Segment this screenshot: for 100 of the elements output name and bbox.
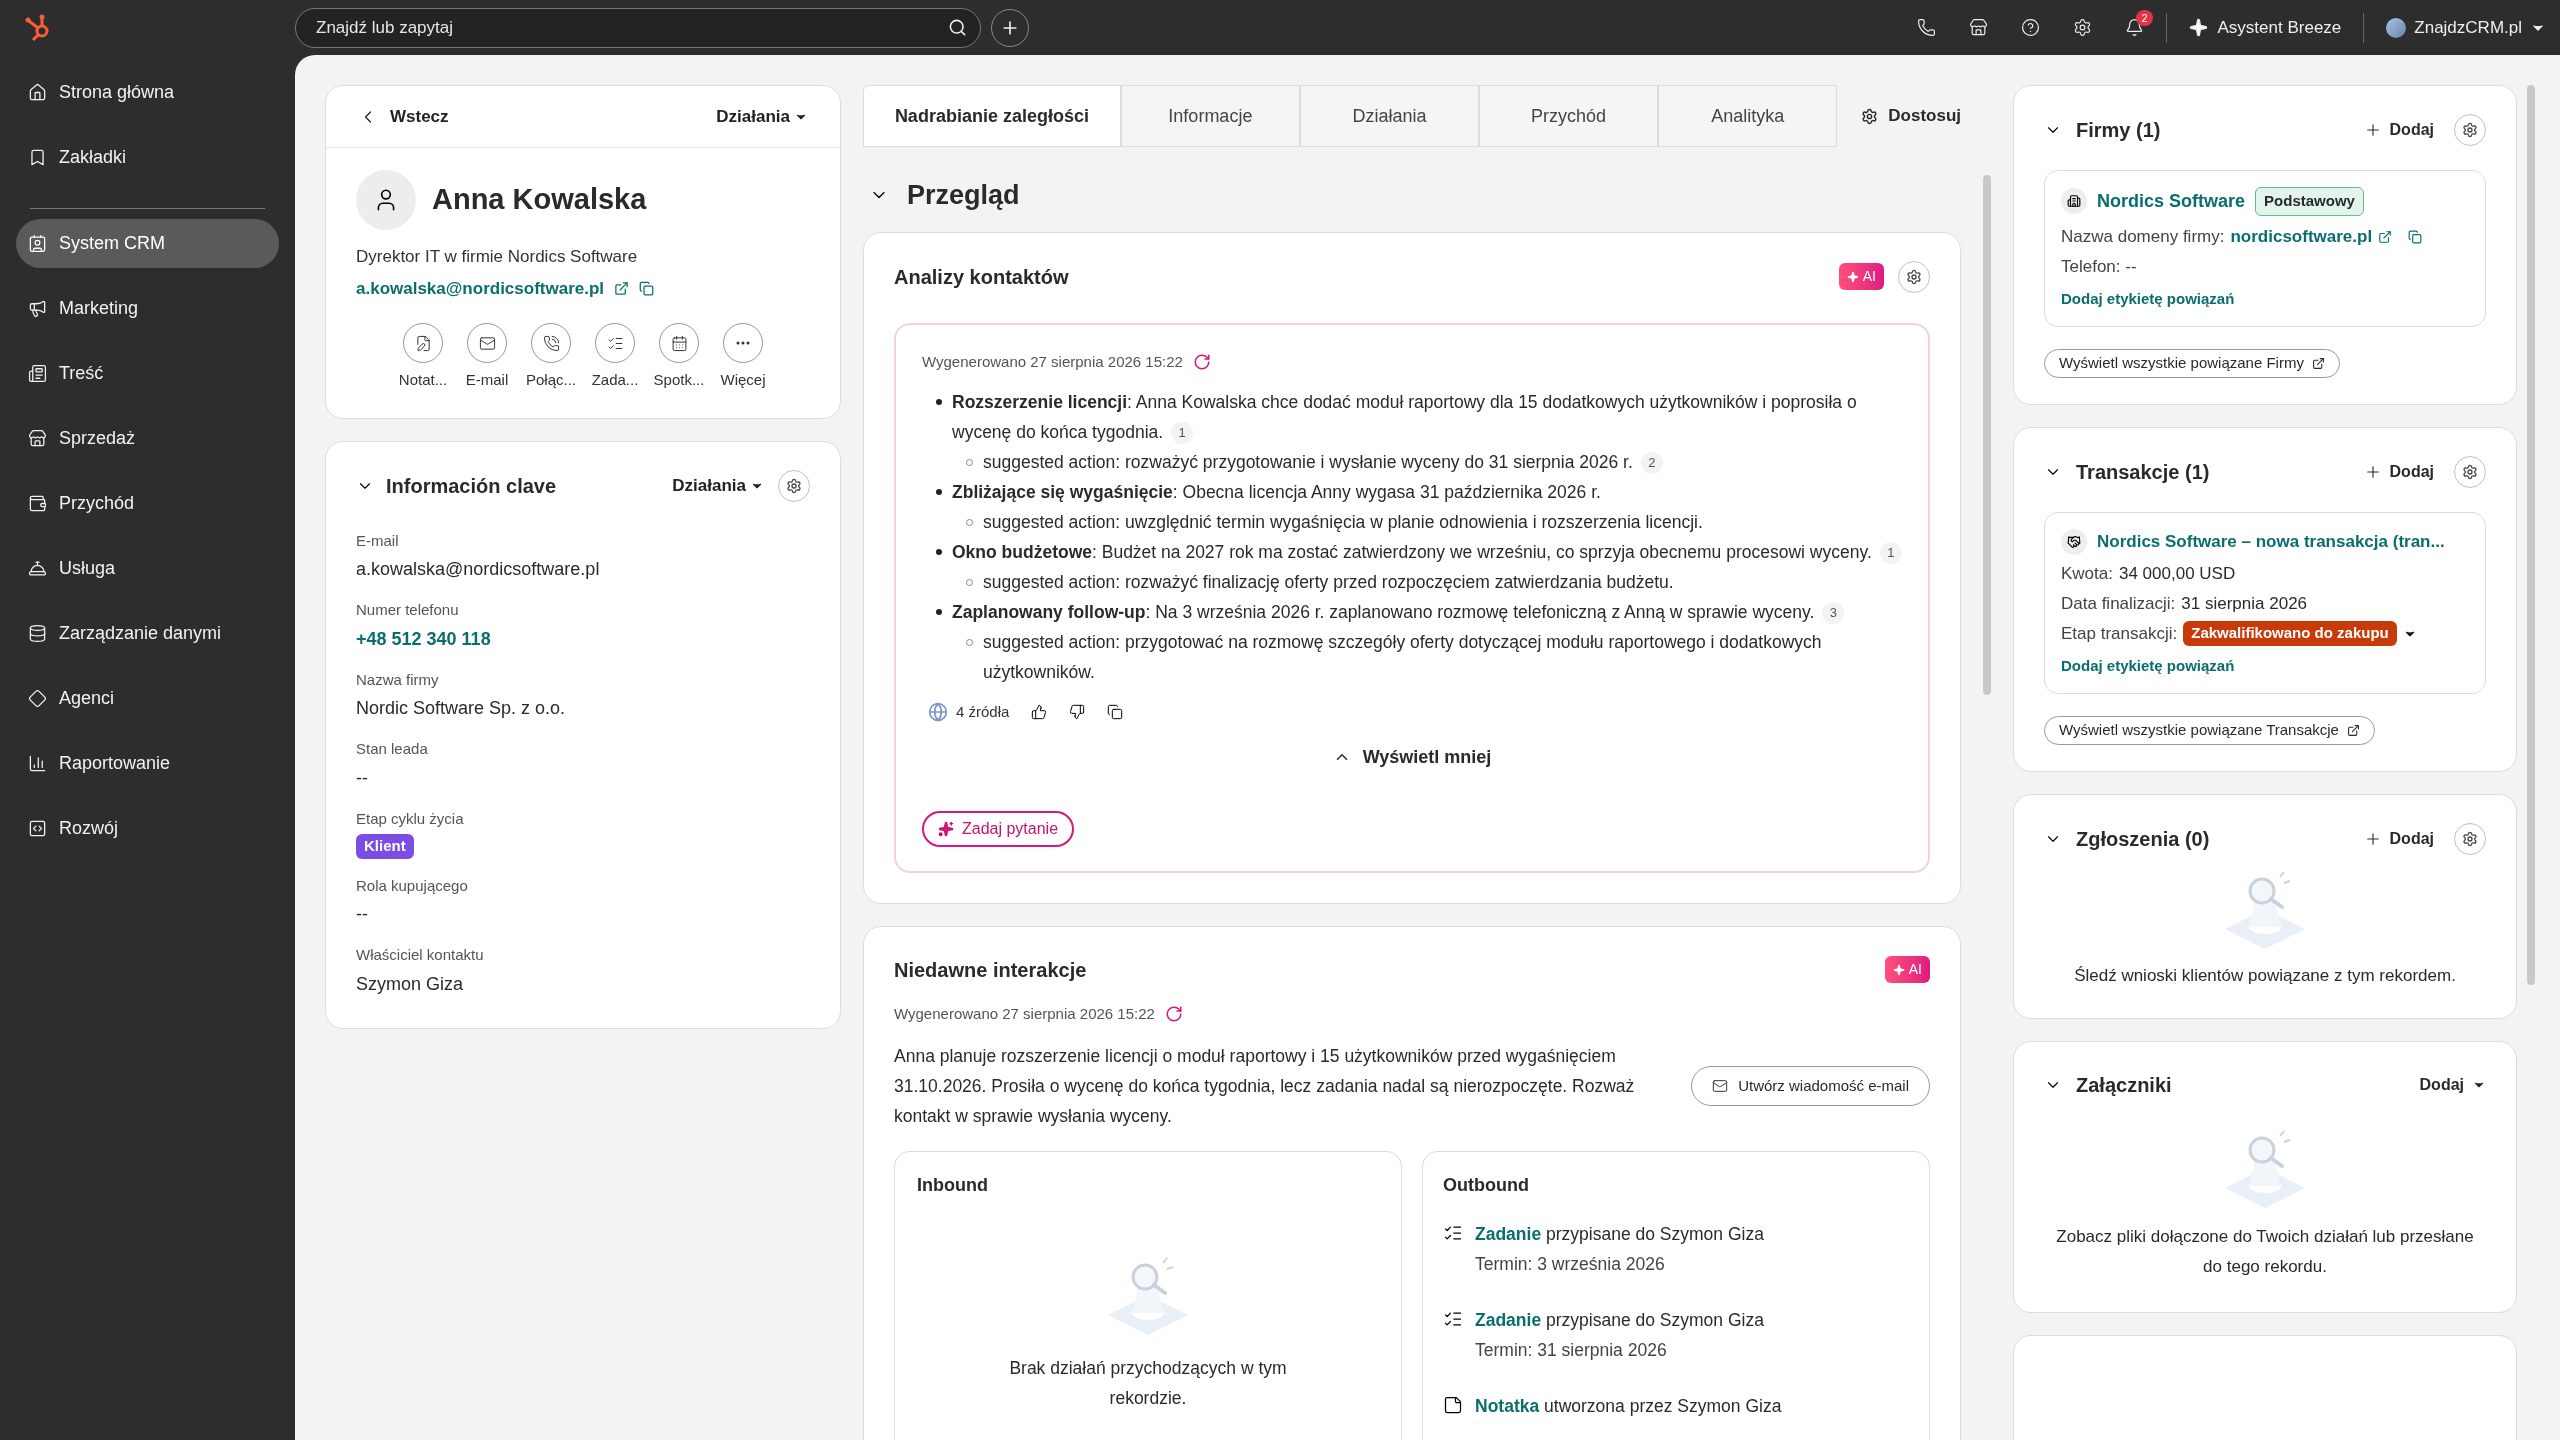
quick-action-button[interactable]: Notat...	[400, 323, 446, 392]
citation-number[interactable]: 3	[1822, 602, 1845, 625]
field-label: Nazwa domeny firmy:	[2061, 225, 2225, 248]
insight-text: Zaplanowany follow-up: Na 3 września 2026 r. zaplanowano rozmowę telefoniczną z Anną w sprawie wyceny. 3	[952, 597, 1845, 627]
activity-link[interactable]: Zadanie	[1475, 1310, 1542, 1330]
section-title: Zgłoszenia (0)	[2076, 826, 2210, 852]
nav-item[interactable]: Strona główna	[16, 68, 279, 117]
nav-item[interactable]: System CRM	[16, 219, 279, 268]
external-link-icon[interactable]	[614, 280, 630, 296]
add-label-link[interactable]: Dodaj etykietę powiązań	[2061, 287, 2469, 310]
regenerate-icon[interactable]	[1192, 352, 1211, 371]
actions-dropdown[interactable]: Działania	[716, 103, 808, 130]
mail-icon	[478, 334, 496, 352]
add-button[interactable]: Dodaj	[2363, 118, 2434, 142]
deal-link[interactable]: Nordics Software – nowa transakcja (tran...	[2097, 528, 2445, 555]
quick-action-button[interactable]: Połąc...	[528, 323, 574, 392]
scrollbar[interactable]	[2527, 85, 2535, 985]
show-less-button[interactable]: Wyświetl mniej	[1332, 743, 1492, 771]
tab[interactable]: Nadrabianie zaległości	[863, 85, 1121, 147]
store-icon[interactable]	[1968, 18, 1988, 37]
nav-item[interactable]: Zarządzanie danymi	[16, 609, 279, 658]
activity-link[interactable]: Zadanie	[1475, 1224, 1542, 1244]
add-button[interactable]: Dodaj	[2363, 459, 2434, 484]
nav-item[interactable]: Sprzedaż	[16, 414, 279, 463]
phone-link[interactable]: +48 512 340 118	[356, 625, 810, 653]
actions-dropdown[interactable]: Działania	[672, 472, 764, 499]
nav-item[interactable]: Zakładki	[16, 133, 279, 182]
company-link[interactable]: Nordics Software	[2097, 187, 2246, 215]
tab[interactable]: Działania	[1299, 85, 1480, 147]
thumbs-up-icon[interactable]	[1031, 704, 1048, 721]
copy-icon[interactable]	[639, 280, 655, 296]
nav-item[interactable]: Usługa	[16, 544, 279, 593]
external-link-icon[interactable]	[2378, 229, 2393, 244]
citation-number[interactable]: 2	[1640, 452, 1663, 475]
copy-icon[interactable]	[1107, 704, 1124, 721]
help-icon[interactable]	[2020, 18, 2040, 37]
field-label: Rola kupującego	[356, 875, 469, 896]
external-link-icon	[2346, 723, 2360, 737]
gear-icon	[2462, 830, 2478, 847]
building-glyph-icon	[2067, 194, 2081, 209]
nav-item[interactable]: Marketing	[16, 284, 279, 333]
field-label: Właściciel kontaktu	[356, 945, 485, 965]
section-title: Información clave	[386, 473, 557, 499]
assistant-button[interactable]: Asystent Breeze	[2188, 14, 2342, 41]
nav-icon	[28, 559, 47, 578]
due-date: Termin: 3 września 2026	[1475, 1253, 1666, 1276]
tab[interactable]: Informacje	[1120, 85, 1300, 147]
ai-badge: AI	[1838, 263, 1884, 290]
quick-action-button[interactable]: Spotk...	[656, 323, 702, 392]
citation-number[interactable]: 1	[1171, 422, 1194, 445]
scrollbar[interactable]	[1983, 175, 1991, 695]
account-avatar	[2386, 17, 2407, 38]
quick-action-button[interactable]: E-mail	[464, 323, 510, 392]
tab[interactable]: Analityka	[1658, 85, 1838, 147]
field-label: E-mail	[356, 530, 400, 551]
nav-icon	[28, 299, 47, 318]
notifications-icon[interactable]	[2124, 18, 2144, 37]
nav-item[interactable]: Treść	[16, 349, 279, 398]
sparkle-icon	[1846, 270, 1859, 283]
section-title: Transakcje (1)	[2076, 459, 2210, 485]
add-button[interactable]: Dodaj	[2363, 826, 2434, 851]
quick-action-button[interactable]: Zada...	[592, 323, 638, 392]
nav-icon	[28, 819, 47, 838]
field-value: --	[356, 903, 369, 926]
suggested-action: suggested action: rozważyć finalizację oferty przed rozpoczęciem zatwierdzania budżetu.	[983, 571, 1674, 594]
settings-icon[interactable]	[2072, 18, 2092, 37]
nav-item[interactable]: Raportowanie	[16, 739, 279, 788]
back-link[interactable]: Wstecz	[358, 103, 449, 130]
email-link[interactable]: a.kowalska@nordicsoftware.pl	[356, 275, 605, 301]
domain-link[interactable]: nordicsoftware.pl	[2230, 223, 2373, 250]
nav-item[interactable]: Rozwój	[16, 804, 279, 853]
quick-action-button[interactable]: Więcej	[720, 323, 766, 392]
search-field[interactable]: Znajdź lub zapytaj	[295, 7, 981, 48]
nav-item[interactable]: Przychód	[16, 479, 279, 528]
lifecycle-badge: Klient	[356, 834, 414, 859]
phone-icon[interactable]	[1916, 18, 1936, 37]
copy-icon[interactable]	[2408, 229, 2423, 244]
field-label: Stan leada	[356, 739, 429, 759]
ask-question-button[interactable]: Zadaj pytanie	[922, 810, 1075, 847]
nav-icon	[28, 364, 47, 383]
regenerate-icon[interactable]	[1164, 1004, 1183, 1023]
sources-link[interactable]: 4 źródła	[956, 701, 1010, 724]
empty-state-text: Zobacz pliki dołączone do Twoich działań lub przesłane do tego rekordu.	[2055, 1226, 2475, 1278]
customize-button[interactable]: Dostosuj	[1861, 85, 1961, 147]
citation-number[interactable]: 1	[1879, 542, 1902, 565]
nav-item[interactable]: Agenci	[16, 674, 279, 723]
account-menu[interactable]: ZnajdzCRM.pl	[2386, 14, 2546, 41]
sparkle-icon	[2188, 18, 2208, 37]
add-label-link[interactable]: Dodaj etykietę powiązań	[2061, 654, 2469, 677]
activity-link[interactable]: Notatka	[1475, 1396, 1540, 1416]
field-value: 34 000,00 USD	[2119, 562, 2236, 585]
field-value: --	[356, 766, 369, 790]
search-icon[interactable]	[948, 17, 967, 37]
insight-text: Zbliżające się wygaśnięcie: Obecna licencja Anny wygasa 31 października 2026 r.	[952, 481, 1601, 504]
thumbs-down-icon[interactable]	[1069, 704, 1086, 721]
add-button[interactable]: Dodaj	[2419, 1073, 2486, 1097]
mail-icon	[1712, 1078, 1729, 1094]
tab[interactable]: Przychód	[1479, 85, 1659, 147]
panel-title: Inbound	[917, 1174, 989, 1197]
nav-icon	[28, 429, 47, 448]
